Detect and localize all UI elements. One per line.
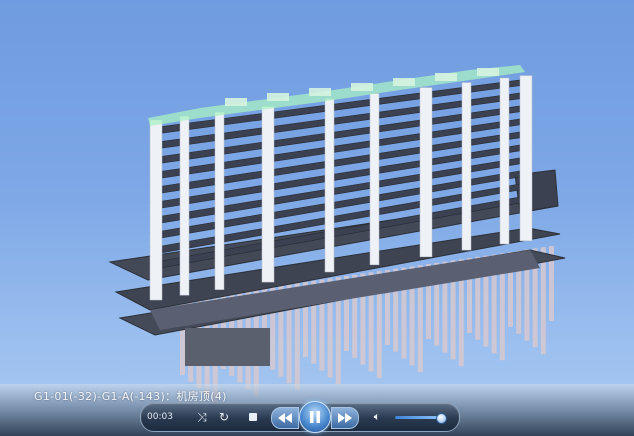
volume-slider[interactable] — [395, 413, 447, 424]
volume-thumb[interactable] — [435, 413, 447, 424]
column — [369, 93, 380, 266]
column — [179, 116, 190, 296]
transport-controls: 00:03 ⤨ ↻ 🔈︎ — [140, 401, 460, 433]
shuffle-icon: ⤨ — [197, 409, 207, 424]
building-model — [108, 65, 566, 403]
column — [461, 82, 472, 251]
fast-forward-button[interactable] — [331, 407, 359, 429]
repeat-icon: ↻ — [218, 410, 230, 424]
stop-button[interactable] — [245, 403, 261, 431]
time-display: 00:03 — [147, 412, 173, 422]
column — [149, 119, 163, 301]
column — [519, 75, 533, 242]
column — [419, 87, 433, 258]
mute-button[interactable]: 🔈︎ — [369, 403, 385, 431]
repeat-button[interactable]: ↻ — [215, 403, 233, 431]
column — [261, 106, 275, 283]
roof-equipment — [435, 73, 457, 81]
3d-viewport[interactable] — [0, 0, 634, 436]
rewind-icon — [278, 413, 292, 423]
roof-equipment — [267, 93, 289, 101]
fast-forward-icon — [338, 413, 352, 423]
rewind-button[interactable] — [271, 407, 299, 429]
pile — [540, 247, 546, 355]
speaker-icon: 🔈︎ — [373, 410, 381, 423]
pause-icon — [310, 411, 320, 423]
podium-wall — [185, 328, 270, 366]
volume-level — [395, 416, 441, 419]
roof-equipment — [351, 83, 373, 91]
column — [214, 111, 225, 290]
roof-equipment — [393, 78, 415, 86]
roof-equipment — [477, 68, 499, 76]
pause-button[interactable] — [299, 401, 331, 433]
stop-icon — [249, 413, 257, 421]
column — [499, 77, 510, 245]
roof-equipment — [225, 98, 247, 106]
shuffle-button[interactable]: ⤨ — [193, 403, 211, 431]
roof-equipment — [309, 88, 331, 96]
column — [324, 98, 335, 273]
